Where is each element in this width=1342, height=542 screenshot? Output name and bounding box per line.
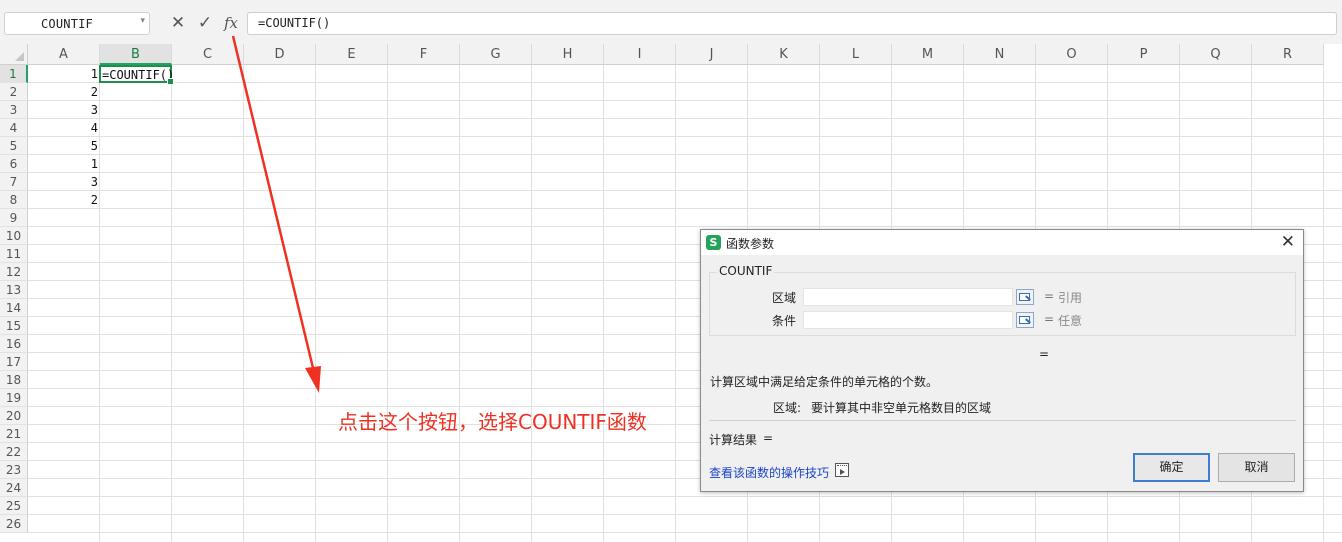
video-tutorial-icon[interactable] — [835, 463, 849, 477]
ok-button[interactable]: 确定 — [1133, 453, 1210, 482]
arg-type-criteria: 任意 — [1058, 314, 1083, 328]
range-picker-icon[interactable] — [1016, 289, 1034, 305]
arg-label-range: 区域 — [772, 291, 797, 305]
annotation-arrow-line — [231, 35, 315, 369]
app-logo-icon: S — [706, 235, 721, 250]
arg-input-range[interactable] — [803, 288, 1013, 306]
annotation-arrow-head — [305, 366, 321, 393]
function-tips-link[interactable]: 查看该函数的操作技巧 — [709, 464, 829, 481]
arg-input-criteria[interactable] — [803, 311, 1013, 329]
arg-label-criteria: 条件 — [772, 314, 797, 328]
dialog-title: 函数参数 — [726, 237, 775, 251]
arg-description-name: 区域: — [773, 401, 802, 415]
calc-result-label: 计算结果 — [709, 433, 758, 447]
criteria-picker-icon[interactable] — [1016, 312, 1034, 328]
calc-result-eq: = — [763, 431, 774, 445]
close-icon[interactable]: ✕ — [1281, 233, 1295, 251]
dialog-divider — [709, 420, 1296, 421]
arg-type-range: 引用 — [1058, 291, 1083, 305]
function-arguments-dialog: S 函数参数 ✕ COUNTIF 区域 = 引用 条件 = 任意 = 计算区域中… — [700, 229, 1304, 492]
dialog-titlebar[interactable]: S 函数参数 ✕ — [701, 230, 1303, 255]
function-description: 计算区域中满足给定条件的单元格的个数。 — [710, 375, 939, 389]
function-result-eq: = — [1039, 347, 1050, 361]
annotation-text: 点击这个按钮，选择COUNTIF函数 — [338, 410, 647, 434]
function-name: COUNTIF — [717, 264, 775, 278]
cancel-button[interactable]: 取消 — [1218, 453, 1295, 482]
arg-eq-range: = — [1044, 289, 1055, 303]
arg-eq-criteria: = — [1044, 312, 1055, 326]
arg-description-text: 要计算其中非空单元格数目的区域 — [811, 401, 992, 415]
